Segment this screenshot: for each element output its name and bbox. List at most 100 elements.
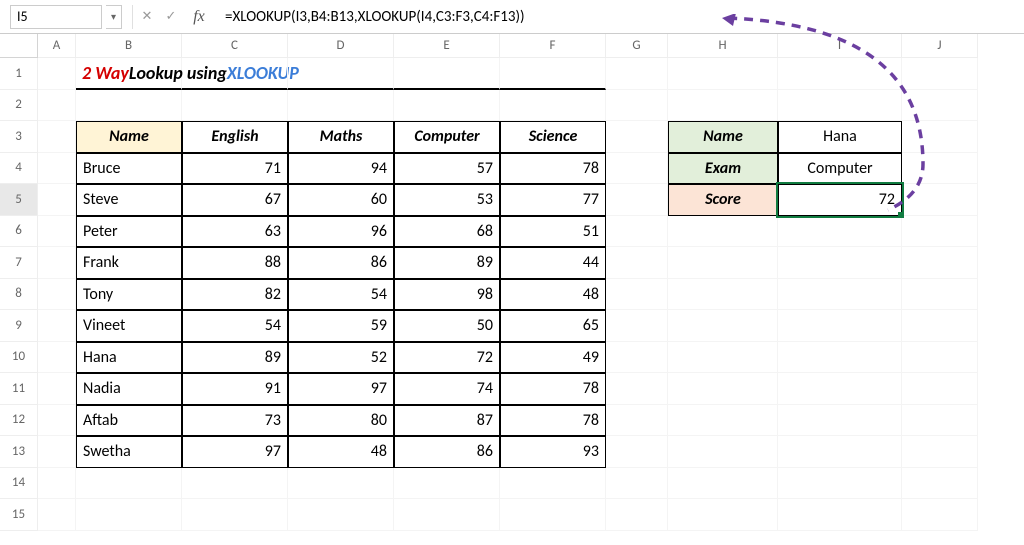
table-row-value[interactable]: 72 [394,342,500,374]
cell-J2[interactable] [902,90,978,122]
table-row-value[interactable]: 77 [500,184,606,216]
table-row-value[interactable]: 80 [288,405,394,437]
cell-H10[interactable] [668,342,778,374]
column-header-G[interactable]: G [606,34,668,58]
cell-E2[interactable] [394,90,500,122]
cell-H1[interactable] [668,58,778,90]
worksheet-grid[interactable]: ABCDEFGHIJ12 Way Lookup using XLOOKUP23N… [0,34,1024,531]
column-header-A[interactable]: A [38,34,76,58]
row-header-5[interactable]: 5 [0,184,38,216]
table-row-value[interactable]: 78 [500,153,606,185]
table-row-value[interactable]: 63 [182,216,288,248]
cell-G1[interactable] [606,58,668,90]
cell-J4[interactable] [902,153,978,185]
column-header-D[interactable]: D [288,34,394,58]
formula-input[interactable]: =XLOOKUP(I3,B4:B13,XLOOKUP(I4,C3:F3,C4:F… [217,8,1024,26]
row-header-15[interactable]: 15 [0,499,38,531]
table-row-name[interactable]: Peter [76,216,182,248]
table-header-maths[interactable]: Maths [288,121,394,153]
cell-E14[interactable] [394,468,500,500]
cell-C2[interactable] [182,90,288,122]
column-header-B[interactable]: B [76,34,182,58]
table-row-name[interactable]: Frank [76,247,182,279]
lookup-exam-label[interactable]: Exam [668,153,778,185]
table-row-value[interactable]: 89 [394,247,500,279]
table-row-value[interactable]: 91 [182,373,288,405]
cell-H8[interactable] [668,279,778,311]
table-row-value[interactable]: 93 [500,436,606,468]
table-row-value[interactable]: 86 [394,436,500,468]
cell-A9[interactable] [38,310,76,342]
table-header-science[interactable]: Science [500,121,606,153]
cell-A5[interactable] [38,184,76,216]
cell-F15[interactable] [500,499,606,531]
cell-J1[interactable] [902,58,978,90]
row-header-11[interactable]: 11 [0,373,38,405]
cell-C14[interactable] [182,468,288,500]
cell-D14[interactable] [288,468,394,500]
cell-J7[interactable] [902,247,978,279]
table-row-value[interactable]: 48 [500,279,606,311]
table-row-value[interactable]: 89 [182,342,288,374]
table-row-value[interactable]: 48 [288,436,394,468]
cell-I12[interactable] [778,405,902,437]
cell-C15[interactable] [182,499,288,531]
table-row-name[interactable]: Hana [76,342,182,374]
table-row-value[interactable]: 98 [394,279,500,311]
cell-J15[interactable] [902,499,978,531]
lookup-score-value[interactable]: 72 [778,184,902,216]
table-row-value[interactable]: 78 [500,373,606,405]
column-header-F[interactable]: F [500,34,606,58]
cell-G2[interactable] [606,90,668,122]
lookup-exam-value[interactable]: Computer [778,153,902,185]
cell-G7[interactable] [606,247,668,279]
cell-F14[interactable] [500,468,606,500]
table-row-name[interactable]: Steve [76,184,182,216]
cell-A2[interactable] [38,90,76,122]
cell-I7[interactable] [778,247,902,279]
table-row-value[interactable]: 54 [288,279,394,311]
table-row-value[interactable]: 94 [288,153,394,185]
cell-H6[interactable] [668,216,778,248]
table-row-value[interactable]: 82 [182,279,288,311]
column-header-C[interactable]: C [182,34,288,58]
lookup-name-label[interactable]: Name [668,121,778,153]
row-header-14[interactable]: 14 [0,468,38,500]
cell-E1[interactable] [394,58,500,90]
select-all-corner[interactable] [0,34,38,58]
row-header-2[interactable]: 2 [0,90,38,122]
cell-A15[interactable] [38,499,76,531]
fx-icon[interactable]: fx [185,8,213,26]
column-header-I[interactable]: I [778,34,902,58]
table-header-computer[interactable]: Computer [394,121,500,153]
table-row-name[interactable]: Aftab [76,405,182,437]
cell-A11[interactable] [38,373,76,405]
cell-A13[interactable] [38,436,76,468]
cell-A1[interactable] [38,58,76,90]
cell-G5[interactable] [606,184,668,216]
cell-A12[interactable] [38,405,76,437]
cell-H12[interactable] [668,405,778,437]
cell-J12[interactable] [902,405,978,437]
cell-B2[interactable] [76,90,182,122]
table-row-name[interactable]: Swetha [76,436,182,468]
cell-G10[interactable] [606,342,668,374]
row-header-8[interactable]: 8 [0,279,38,311]
cell-D15[interactable] [288,499,394,531]
cell-G15[interactable] [606,499,668,531]
cell-J10[interactable] [902,342,978,374]
cell-I14[interactable] [778,468,902,500]
name-box-dropdown[interactable]: ▾ [106,5,122,29]
cell-A4[interactable] [38,153,76,185]
cell-A6[interactable] [38,216,76,248]
row-header-1[interactable]: 1 [0,58,38,90]
table-row-value[interactable]: 51 [500,216,606,248]
cell-D1[interactable] [288,58,394,90]
cell-A7[interactable] [38,247,76,279]
cell-H11[interactable] [668,373,778,405]
table-row-name[interactable]: Bruce [76,153,182,185]
table-row-value[interactable]: 52 [288,342,394,374]
cell-J6[interactable] [902,216,978,248]
cell-G13[interactable] [606,436,668,468]
cell-C1[interactable] [182,58,288,90]
